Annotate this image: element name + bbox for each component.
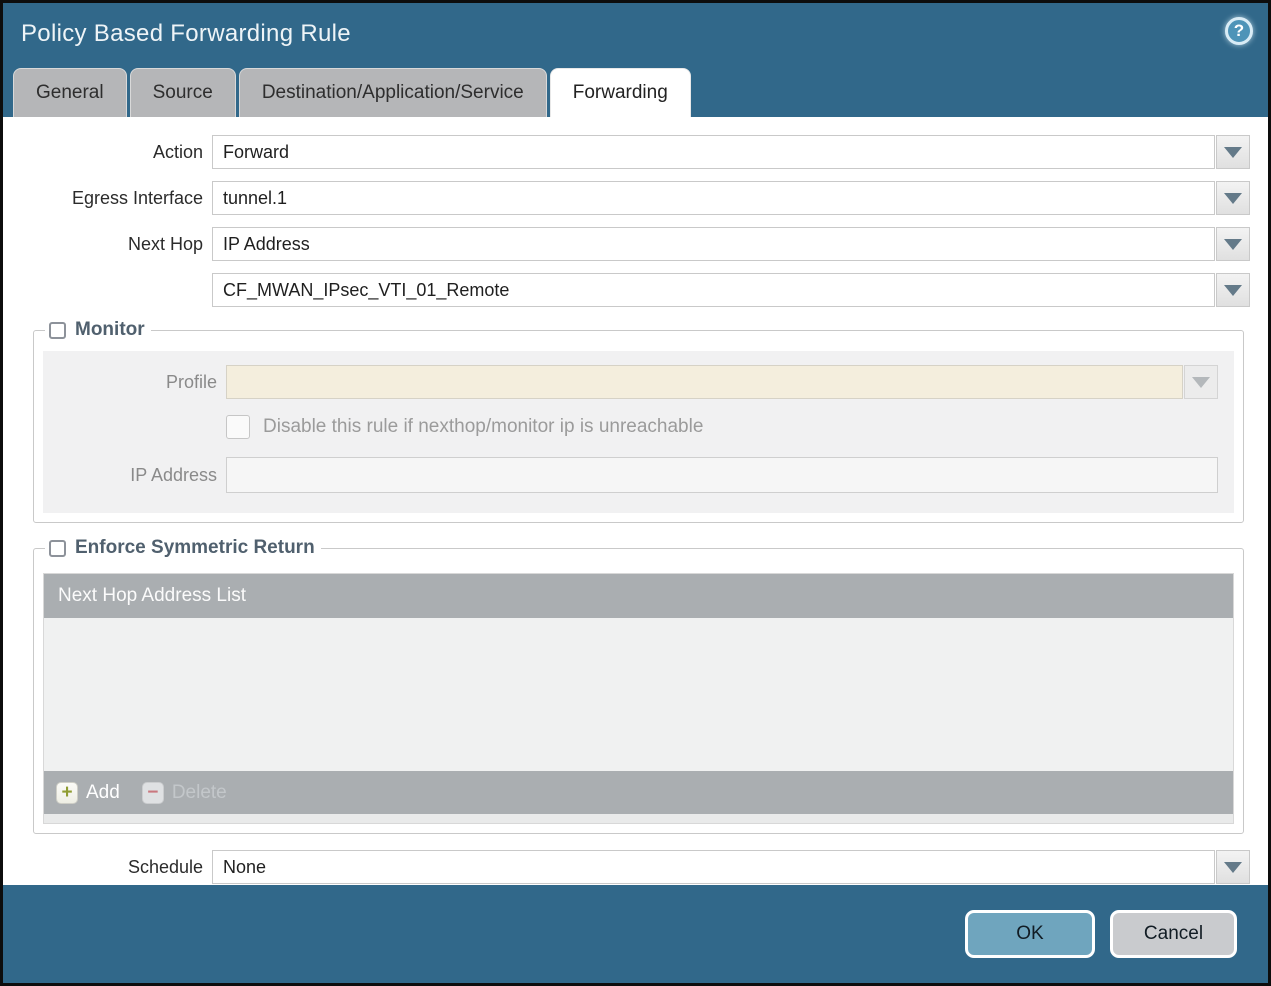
monitor-legend: Monitor	[45, 319, 151, 341]
profile-input	[226, 365, 1183, 399]
forwarding-tab-panel: Action Egress Interface Next Hop	[3, 117, 1268, 885]
ok-button[interactable]: OK	[965, 910, 1095, 958]
disable-rule-checkbox	[226, 415, 250, 439]
delete-button: − Delete	[141, 781, 227, 804]
egress-interface-row: Egress Interface	[33, 181, 1250, 215]
dialog-title: Policy Based Forwarding Rule	[21, 20, 351, 47]
plus-icon: +	[56, 781, 78, 804]
chevron-down-icon	[1224, 192, 1242, 204]
table-body-empty[interactable]	[44, 618, 1233, 771]
disable-rule-label: Disable this rule if nexthop/monitor ip …	[263, 416, 704, 437]
tab-label: Destination/Application/Service	[261, 82, 524, 103]
chevron-down-icon	[1224, 284, 1242, 296]
tab-destination-application-service[interactable]: Destination/Application/Service	[238, 68, 547, 117]
help-icon-glyph: ?	[1233, 21, 1245, 40]
next-hop-address-dropdown-button[interactable]	[1216, 273, 1250, 307]
table-header-label: Next Hop Address List	[58, 585, 246, 606]
schedule-dropdown-button[interactable]	[1216, 850, 1250, 884]
profile-row: Profile	[43, 365, 1218, 399]
next-hop-address-input[interactable]	[212, 273, 1215, 307]
action-combobox	[212, 135, 1250, 169]
egress-interface-label: Egress Interface	[71, 187, 203, 208]
egress-interface-dropdown-button[interactable]	[1216, 181, 1250, 215]
dialog-titlebar: Policy Based Forwarding Rule ?	[3, 3, 1268, 65]
enforce-symmetric-return-checkbox[interactable]	[49, 539, 66, 557]
chevron-down-icon	[1224, 146, 1242, 158]
egress-interface-input[interactable]	[212, 181, 1215, 215]
help-icon[interactable]: ?	[1225, 17, 1253, 45]
tab-label: Forwarding	[572, 82, 668, 103]
action-input[interactable]	[212, 135, 1215, 169]
next-hop-combobox	[212, 227, 1250, 261]
tab-forwarding[interactable]: Forwarding	[549, 68, 691, 117]
disable-rule-row: Disable this rule if nexthop/monitor ip …	[43, 415, 1218, 439]
tab-label: Source	[152, 82, 213, 103]
plus-glyph: +	[61, 782, 73, 803]
profile-label: Profile	[165, 371, 217, 392]
schedule-combobox	[212, 850, 1250, 884]
tabs-bar: General Source Destination/Application/S…	[3, 65, 1268, 117]
schedule-input[interactable]	[212, 850, 1215, 884]
next-hop-label: Next Hop	[127, 233, 203, 254]
action-row: Action	[33, 135, 1250, 169]
enforce-symmetric-return-legend: Enforce Symmetric Return	[45, 537, 321, 559]
table-header: Next Hop Address List	[44, 574, 1233, 618]
tab-general[interactable]: General	[13, 68, 127, 117]
tab-label: General	[36, 82, 104, 103]
minus-icon: −	[141, 781, 164, 804]
schedule-row: Schedule	[33, 850, 1250, 884]
add-button[interactable]: + Add	[56, 781, 120, 804]
dialog-footer: OK Cancel	[3, 885, 1268, 983]
chevron-down-icon	[1192, 376, 1210, 388]
egress-interface-combobox	[212, 181, 1250, 215]
monitor-fieldset: Monitor Profile Disable this rule if nex…	[33, 319, 1244, 523]
next-hop-address-combobox	[212, 273, 1250, 307]
monitor-ip-address-input	[226, 457, 1218, 493]
add-button-label: Add	[86, 781, 120, 803]
next-hop-dropdown-button[interactable]	[1216, 227, 1250, 261]
monitor-panel: Profile Disable this rule if nexthop/mon…	[43, 351, 1234, 513]
monitor-legend-label: Monitor	[75, 319, 145, 340]
schedule-label: Schedule	[127, 856, 203, 877]
monitor-checkbox[interactable]	[49, 321, 66, 339]
pbf-rule-dialog: Policy Based Forwarding Rule ? General S…	[0, 0, 1271, 986]
next-hop-address-row	[33, 273, 1250, 307]
action-label: Action	[152, 141, 203, 162]
next-hop-row: Next Hop	[33, 227, 1250, 261]
next-hop-input[interactable]	[212, 227, 1215, 261]
action-dropdown-button[interactable]	[1216, 135, 1250, 169]
monitor-ip-address-row: IP Address	[43, 457, 1218, 493]
enforce-symmetric-return-fieldset: Enforce Symmetric Return Next Hop Addres…	[33, 537, 1244, 834]
chevron-down-icon	[1224, 238, 1242, 250]
tab-source[interactable]: Source	[129, 68, 236, 117]
table-footer: + Add − Delete	[44, 771, 1233, 814]
next-hop-address-list-table: Next Hop Address List + Add − Delete	[43, 573, 1234, 824]
delete-button-label: Delete	[171, 781, 227, 803]
profile-combobox	[226, 365, 1218, 399]
profile-dropdown-button	[1184, 365, 1218, 399]
cancel-button[interactable]: Cancel	[1110, 910, 1237, 958]
minus-glyph: −	[147, 782, 159, 803]
table-bottom-strip	[44, 814, 1233, 823]
monitor-ip-address-label: IP Address	[130, 464, 217, 485]
enforce-symmetric-return-legend-label: Enforce Symmetric Return	[75, 537, 315, 558]
chevron-down-icon	[1224, 861, 1242, 873]
